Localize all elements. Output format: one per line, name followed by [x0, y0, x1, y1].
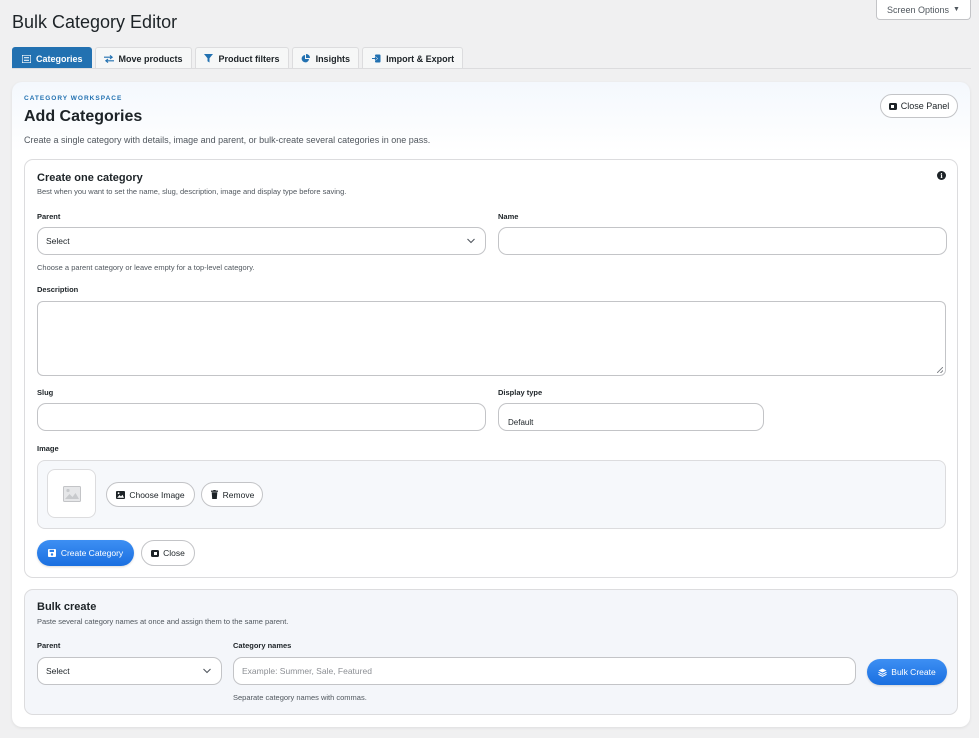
tab-label: Import & Export	[386, 53, 455, 64]
close-panel-button[interactable]: Close Panel	[880, 94, 958, 118]
parent-label: Parent	[37, 212, 61, 221]
remove-label: Remove	[222, 489, 255, 500]
list-icon	[21, 54, 31, 64]
trash-icon	[210, 490, 219, 499]
image-thumbnail	[47, 469, 96, 518]
card-title: Create one category	[37, 172, 143, 184]
card-subtitle: Best when you want to set the name, slug…	[37, 187, 347, 196]
bulk-parent-label: Parent	[37, 641, 61, 650]
tab-label: Product filters	[218, 53, 280, 64]
category-workspace: CATEGORY WORKSPACE Add Categories Create…	[12, 82, 970, 727]
display-type-label: Display type	[498, 388, 543, 397]
chevron-down-icon	[467, 237, 475, 246]
choose-image-button[interactable]: Choose Image	[106, 482, 195, 507]
page-title: Bulk Category Editor	[12, 12, 178, 32]
close-button[interactable]: Close	[141, 540, 195, 566]
create-one-category-card: Create one category Best when you want t…	[24, 159, 958, 578]
workspace-subtitle: Create a single category with details, i…	[24, 135, 431, 145]
parent-select-value: Select	[46, 236, 70, 246]
close-panel-label: Close Panel	[900, 101, 950, 111]
tab-insights[interactable]: Insights	[291, 47, 360, 69]
chevron-down-icon	[203, 667, 211, 676]
tab-move-products[interactable]: Move products	[94, 47, 192, 69]
bulk-subtitle: Paste several category names at once and…	[37, 617, 289, 626]
image-placeholder-icon	[62, 485, 81, 502]
create-category-label: Create Category	[60, 548, 124, 558]
bulk-title: Bulk create	[37, 601, 97, 613]
name-label: Name	[498, 212, 519, 221]
tab-bar: Categories Move products Product filters…	[12, 47, 464, 69]
tab-product-filters[interactable]: Product filters	[194, 47, 289, 69]
bulk-create-button[interactable]: Bulk Create	[867, 659, 947, 685]
tab-label: Categories	[36, 53, 83, 64]
close-label: Close	[163, 548, 185, 558]
category-names-help: Separate category names with commas.	[233, 693, 367, 702]
close-square-icon	[151, 549, 160, 557]
image-label: Image	[37, 444, 59, 453]
resize-handle-icon[interactable]	[937, 367, 943, 373]
slug-input[interactable]	[37, 403, 486, 431]
arrows-swap-icon	[103, 54, 114, 64]
save-icon	[48, 549, 57, 558]
description-textarea[interactable]	[37, 301, 946, 376]
parent-select[interactable]: Select	[37, 227, 486, 255]
display-type-select[interactable]: Default	[498, 403, 764, 431]
image-icon	[116, 490, 126, 499]
bulk-parent-value: Select	[46, 666, 70, 676]
screen-options-label: Screen Options	[887, 4, 950, 15]
filter-icon	[204, 54, 214, 64]
parent-help-text: Choose a parent category or leave empty …	[37, 263, 255, 272]
tabs-divider	[12, 68, 971, 69]
category-names-input[interactable]: Example: Summer, Sale, Featured	[233, 657, 856, 685]
pie-chart-icon	[301, 54, 311, 64]
layers-icon	[878, 668, 888, 677]
choose-image-label: Choose Image	[129, 489, 185, 500]
screen-options-button[interactable]: Screen Options ▼	[876, 0, 971, 20]
description-label: Description	[37, 285, 79, 294]
workspace-kicker: CATEGORY WORKSPACE	[24, 95, 123, 102]
display-type-value: Default	[508, 418, 534, 427]
tab-import-export[interactable]: Import & Export	[362, 47, 464, 69]
create-category-button[interactable]: Create Category	[37, 540, 134, 566]
tab-label: Insights	[315, 53, 351, 64]
workspace-title: Add Categories	[24, 108, 143, 125]
close-square-icon	[888, 102, 897, 110]
bulk-create-card: Bulk create Paste several category names…	[24, 589, 958, 715]
name-input[interactable]	[498, 227, 947, 255]
image-panel: Choose Image Remove	[37, 460, 946, 529]
category-names-placeholder: Example: Summer, Sale, Featured	[242, 666, 372, 676]
tab-categories[interactable]: Categories	[12, 47, 92, 69]
slug-label: Slug	[37, 388, 54, 397]
category-names-label: Category names	[233, 641, 292, 650]
bulk-parent-select[interactable]: Select	[37, 657, 222, 685]
import-icon	[371, 54, 381, 64]
info-icon[interactable]: i	[937, 171, 946, 180]
caret-down-icon: ▼	[953, 6, 960, 13]
tab-label: Move products	[118, 53, 183, 64]
remove-image-button[interactable]: Remove	[201, 482, 263, 507]
bulk-create-label: Bulk Create	[891, 667, 936, 677]
